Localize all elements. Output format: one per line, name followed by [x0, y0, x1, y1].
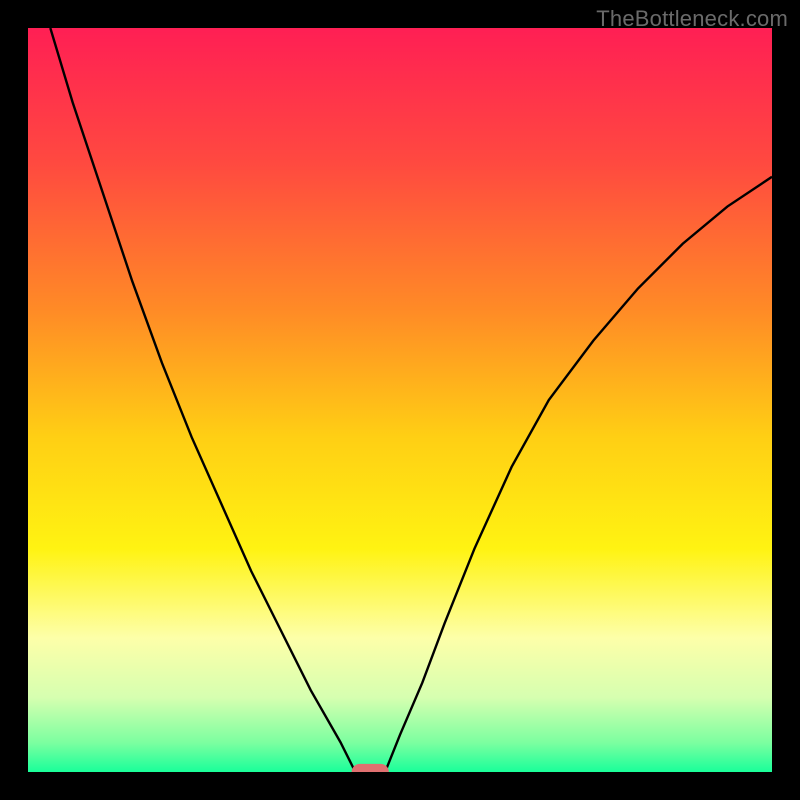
marker-group	[352, 764, 389, 772]
chart-background	[28, 28, 772, 772]
bottleneck-chart	[28, 28, 772, 772]
minimum-marker	[352, 764, 389, 772]
plot-frame	[28, 28, 772, 772]
